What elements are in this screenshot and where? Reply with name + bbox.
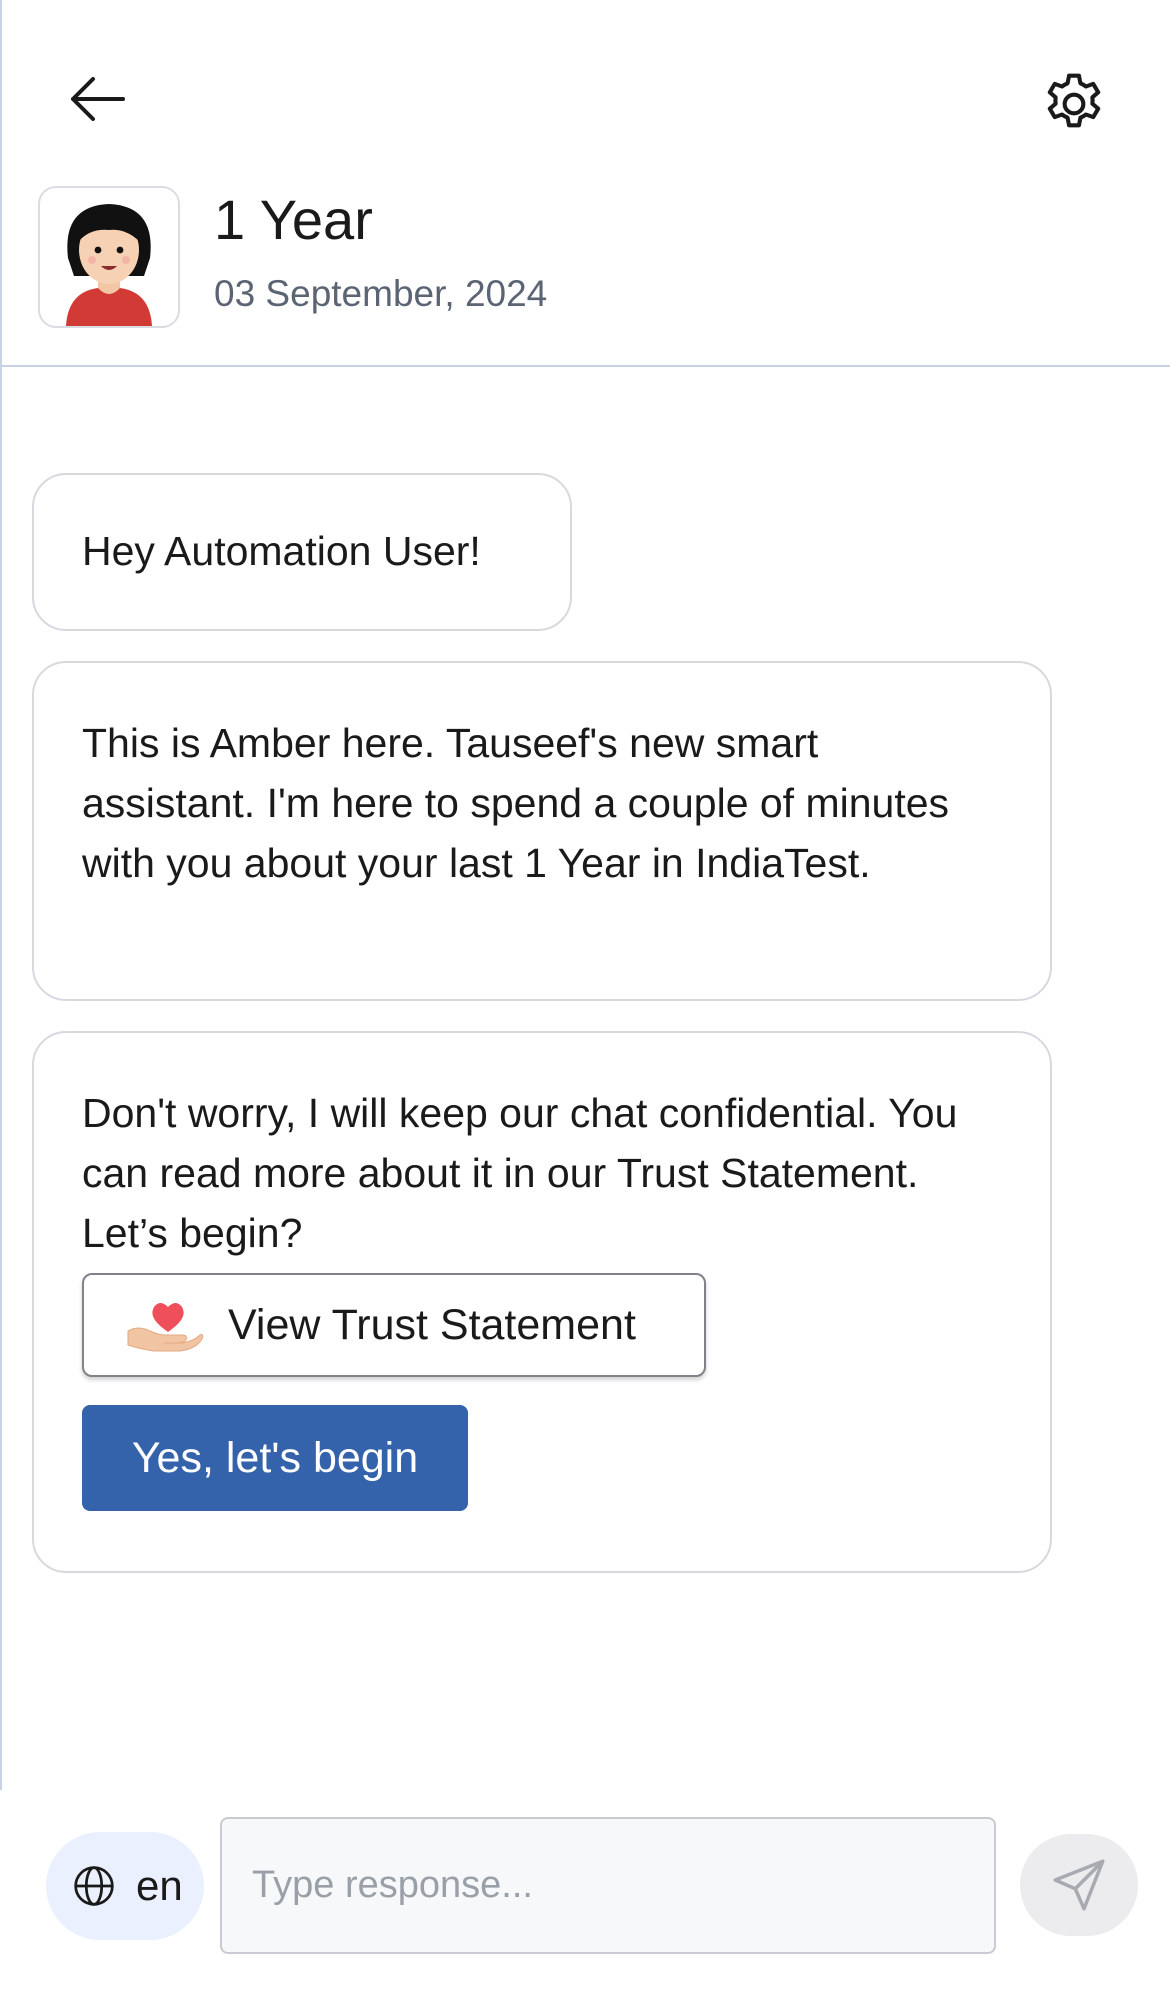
view-trust-statement-button[interactable]: View Trust Statement xyxy=(82,1273,706,1377)
response-input[interactable] xyxy=(222,1819,994,1952)
page-date: 03 September, 2024 xyxy=(214,273,548,314)
message-text: Don't worry, I will keep our chat confid… xyxy=(82,1090,958,1256)
page-title: 1 Year xyxy=(214,188,373,251)
yes-lets-begin-button[interactable]: Yes, let's begin xyxy=(82,1405,468,1511)
view-trust-statement-label: View Trust Statement xyxy=(228,1300,636,1349)
left-border xyxy=(0,0,2,1790)
heart-hand-icon xyxy=(127,1303,204,1352)
chat-bubble: This is Amber here. Tauseef's new smart … xyxy=(32,661,1052,1001)
chat-bubble: Hey Automation User! xyxy=(32,473,572,631)
assistant-avatar xyxy=(38,186,180,328)
assistant-avatar-icon xyxy=(66,204,152,326)
language-code: en xyxy=(136,1862,183,1909)
settings-button[interactable] xyxy=(1030,60,1118,148)
send-icon xyxy=(1053,1859,1105,1911)
message-text: This is Amber here. Tauseef's new smart … xyxy=(82,720,950,886)
gear-icon xyxy=(1047,73,1101,128)
back-button[interactable] xyxy=(60,62,134,136)
message-text: Hey Automation User! xyxy=(82,528,481,574)
arrow-left-icon xyxy=(71,77,125,121)
language-selector[interactable]: en xyxy=(46,1832,204,1940)
send-button[interactable] xyxy=(1020,1834,1138,1936)
response-input-container xyxy=(220,1817,996,1954)
globe-icon xyxy=(74,1866,114,1906)
header-divider xyxy=(0,365,1170,367)
yes-lets-begin-label: Yes, let's begin xyxy=(131,1433,419,1482)
chat-bubble: Don't worry, I will keep our chat confid… xyxy=(32,1031,1052,1573)
